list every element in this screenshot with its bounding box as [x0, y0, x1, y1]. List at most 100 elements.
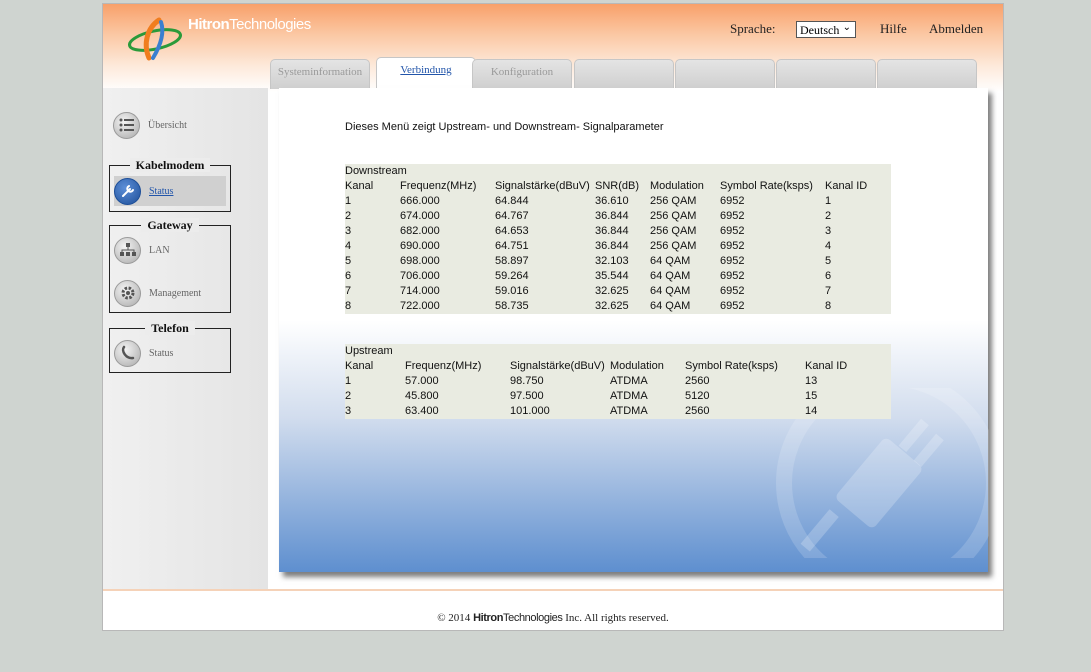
language-selected-value: Deutsch: [800, 23, 840, 37]
downstream-cell: 59.016: [495, 285, 529, 297]
group-title: Gateway: [141, 218, 199, 232]
header: HitronTechnologies Sprache: Deutsch ⌄ Hi…: [103, 4, 1003, 92]
upstream-cell: ATDMA: [610, 390, 648, 402]
upstream-table: Upstream Kanal Frequenz(MHz) Signalstärke(…: [345, 344, 891, 419]
downstream-table: Downstream Kanal Frequenz(MHz) Signalstärk…: [345, 164, 891, 314]
downstream-cell: 2: [345, 210, 352, 222]
downstream-cell: 6: [345, 270, 352, 282]
sidebar-item-label: Status: [149, 185, 174, 197]
sidebar-item-telefon-status[interactable]: Status: [114, 338, 173, 368]
group-title: Kabelmodem: [129, 158, 211, 172]
gear-icon: [114, 279, 141, 307]
downstream-cell: 6952: [720, 255, 745, 267]
tab-empty-7[interactable]: [877, 59, 977, 89]
sidebar-item-overview[interactable]: Übersicht: [113, 110, 187, 140]
table-row: 8 722.000 58.735 32.625 64 QAM 6952 8: [345, 299, 891, 314]
downstream-cell: SNR(dB): [595, 180, 640, 192]
downstream-header-row: Kanal Frequenz(MHz) Signalstärke(dBuV) SNR(…: [345, 179, 891, 194]
language-select[interactable]: Deutsch ⌄: [796, 21, 856, 38]
table-row: 5 698.000 58.897 32.103 64 QAM 6952 5: [345, 254, 891, 269]
downstream-cell: 64.653: [495, 225, 529, 237]
upstream-cell: 45.800: [405, 390, 439, 402]
table-row: 4 690.000 64.751 36.844 256 QAM 6952 4: [345, 239, 891, 254]
downstream-cell: 64.767: [495, 210, 529, 222]
tab-systeminformation[interactable]: Systeminformation: [270, 59, 370, 89]
downstream-cell: 666.000: [400, 195, 440, 207]
tab-konfiguration[interactable]: Konfiguration: [472, 59, 572, 89]
phone-icon: [114, 339, 141, 367]
downstream-cell: 3: [345, 225, 352, 237]
sidebar-item-kabelmodem-status[interactable]: Status: [114, 176, 226, 206]
downstream-cell: 32.625: [595, 285, 629, 297]
chevron-down-icon: ⌄: [842, 22, 851, 33]
downstream-cell: 6952: [720, 285, 745, 297]
tab-verbindung[interactable]: Verbindung: [376, 57, 476, 89]
footer: © 2014 HitronTechnologies Inc. All right…: [103, 612, 1003, 624]
upstream-cell: 98.750: [510, 375, 544, 387]
upstream-cell: 13: [805, 375, 818, 387]
group-title: Telefon: [145, 321, 195, 335]
downstream-cell: Signalstärke(dBuV): [495, 180, 590, 192]
tab-empty-4[interactable]: [574, 59, 674, 89]
upstream-cell: 2560: [685, 405, 710, 417]
sidebar-item-label: Management: [149, 287, 202, 299]
downstream-cell: 35.544: [595, 270, 629, 282]
table-row: 2 45.800 97.500 ATDMA 5120 15: [345, 389, 891, 404]
footer-brand: HitronTechnologies: [473, 612, 563, 624]
rights-text: Inc. All rights reserved.: [565, 612, 669, 624]
downstream-cell: 58.897: [495, 255, 529, 267]
downstream-cell: 64.751: [495, 240, 529, 252]
upstream-header-row: Kanal Frequenz(MHz) Signalstärke(dBuV) Modu…: [345, 359, 891, 374]
downstream-cell: 32.625: [595, 300, 629, 312]
downstream-cell: 6952: [720, 300, 745, 312]
upstream-cell: Kanal ID: [805, 360, 848, 372]
downstream-cell: 256 QAM: [650, 210, 697, 222]
upstream-cell: 1: [345, 375, 352, 387]
downstream-cell: 7: [345, 285, 352, 297]
sidebar-item-label: Status: [149, 347, 174, 359]
downstream-cell: 256 QAM: [650, 225, 697, 237]
upstream-cell: 2: [345, 390, 352, 402]
downstream-cell: 4: [345, 240, 352, 252]
tab-empty-5[interactable]: [675, 59, 775, 89]
downstream-cell: 58.735: [495, 300, 529, 312]
logout-link[interactable]: Abmelden: [929, 21, 983, 37]
upstream-cell: Signalstärke(dBuV): [510, 360, 605, 372]
downstream-cell: 8: [345, 300, 352, 312]
help-link[interactable]: Hilfe: [880, 21, 907, 37]
downstream-cell: 6952: [720, 270, 745, 282]
sidebar-item-lan[interactable]: LAN: [114, 235, 170, 265]
upstream-rows: Kanal Frequenz(MHz) Signalstärke(dBuV) Modu…: [345, 359, 891, 419]
downstream-cell: 6: [825, 270, 832, 282]
copyright-text: © 2014: [437, 612, 471, 624]
downstream-cell: 2: [825, 210, 832, 222]
group-telefon: Telefon Status: [109, 321, 231, 373]
downstream-cell: Symbol Rate(ksps): [720, 180, 813, 192]
upstream-cell: 57.000: [405, 375, 439, 387]
router-admin-window: HitronTechnologies Sprache: Deutsch ⌄ Hi…: [102, 3, 1004, 631]
intro-text: Dieses Menü zeigt Upstream- und Downstre…: [345, 121, 664, 133]
downstream-cell: 36.844: [595, 240, 629, 252]
footer-divider: [103, 589, 1003, 591]
upstream-cell: Modulation: [610, 360, 664, 372]
upstream-cell: 101.000: [510, 405, 550, 417]
downstream-rows: Kanal Frequenz(MHz) Signalstärke(dBuV) SNR(…: [345, 179, 891, 314]
content-panel: Dieses Menü zeigt Upstream- und Downstre…: [279, 88, 989, 572]
tab-empty-6[interactable]: [776, 59, 876, 89]
downstream-cell: 5: [345, 255, 352, 267]
downstream-cell: 6952: [720, 195, 745, 207]
downstream-cell: 6952: [720, 225, 745, 237]
upstream-cell: 3: [345, 405, 352, 417]
group-gateway: Gateway LAN Management: [109, 218, 231, 313]
downstream-title: Downstream: [345, 165, 407, 177]
sidebar-item-label: LAN: [149, 244, 170, 256]
upstream-cell: Kanal: [345, 360, 374, 372]
downstream-cell: 36.844: [595, 210, 629, 222]
downstream-cell: 64 QAM: [650, 285, 691, 297]
downstream-cell: 36.844: [595, 225, 629, 237]
downstream-cell: 32.103: [595, 255, 629, 267]
downstream-cell: 64.844: [495, 195, 529, 207]
downstream-cell: 6952: [720, 240, 745, 252]
sidebar-item-management[interactable]: Management: [114, 278, 201, 308]
upstream-cell: Symbol Rate(ksps): [685, 360, 778, 372]
